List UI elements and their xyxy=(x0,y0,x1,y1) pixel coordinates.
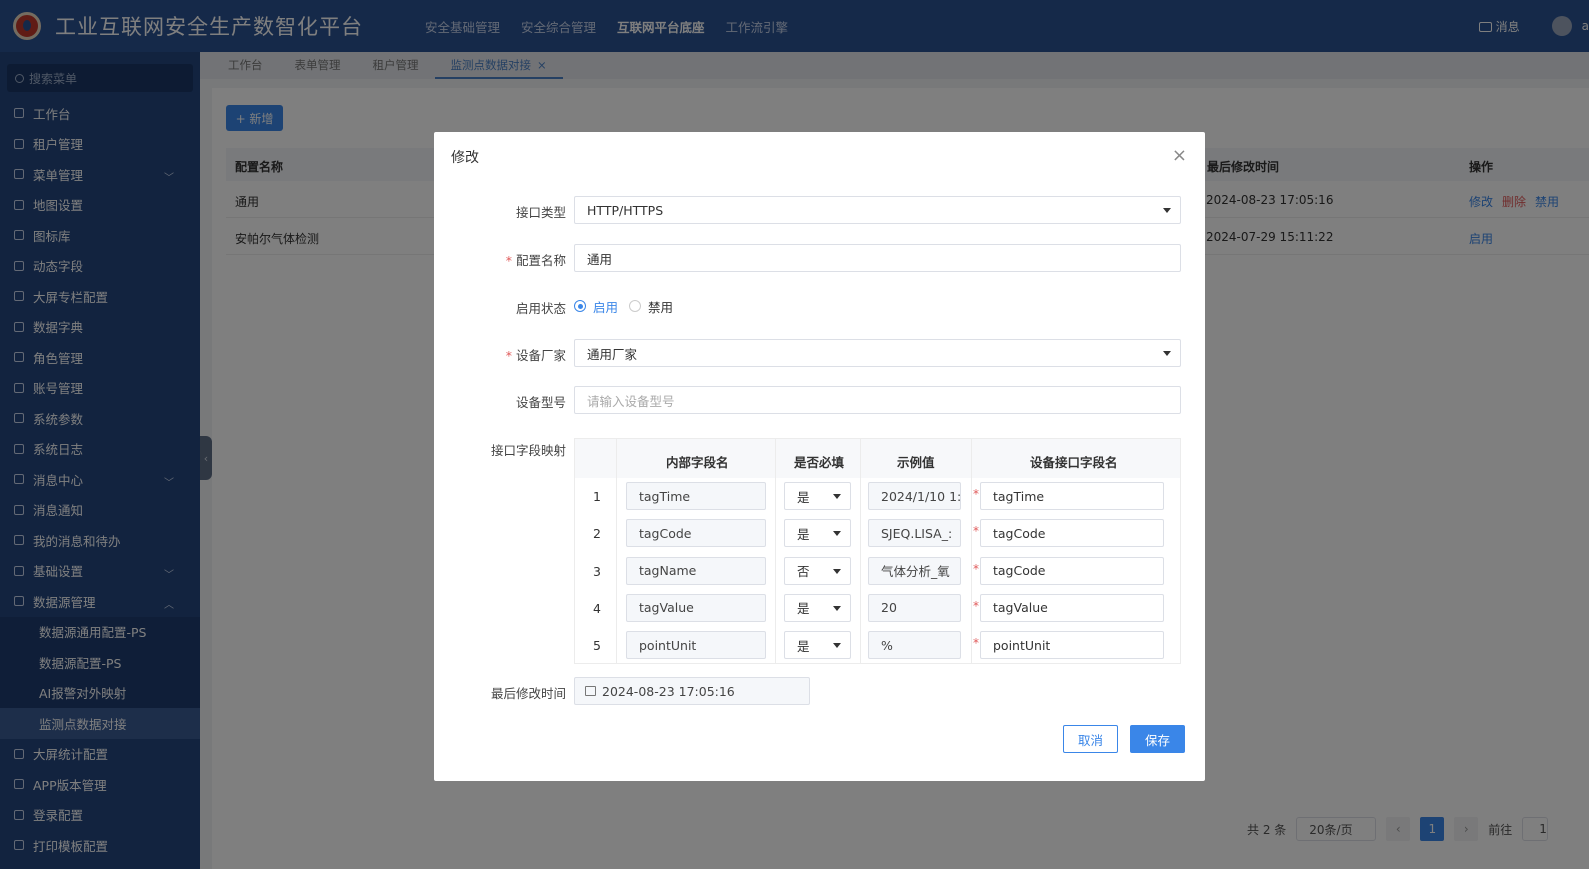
model-label: 设备型号 xyxy=(515,395,566,410)
required-select[interactable]: 是 xyxy=(784,482,851,510)
row-index: 2 xyxy=(593,526,601,542)
edit-modal: 修改 × 接口类型 HTTP/HTTPS * 配置名称 通用 启用状态 启用 禁用… xyxy=(434,132,1205,781)
required-select[interactable]: 是 xyxy=(784,519,851,548)
required-select[interactable]: 是 xyxy=(784,593,851,622)
save-button[interactable]: 保存 xyxy=(1130,725,1185,753)
header-internal-field: 内部字段名 xyxy=(666,455,729,470)
caret-down-icon xyxy=(833,568,841,574)
config-name-label: * 配置名称 xyxy=(505,253,566,268)
calendar-icon xyxy=(585,686,596,696)
vendor-select[interactable]: 通用厂家 xyxy=(574,339,1181,367)
caret-down-icon xyxy=(1163,351,1171,356)
device-field-input[interactable]: tagTime xyxy=(980,482,1164,510)
interface-type-select[interactable]: HTTP/HTTPS xyxy=(574,196,1181,224)
mapping-row: 4 tagValue 是 20 * tagValue xyxy=(575,590,1180,627)
mapping-row: 1 tagTime 是 2024/1/10 1: * tagTime xyxy=(575,478,1180,515)
vendor-row: * 设备厂家 通用厂家 xyxy=(434,339,1205,367)
disable-radio[interactable] xyxy=(629,300,641,312)
required-mark: * xyxy=(973,487,979,501)
caret-down-icon xyxy=(833,531,841,537)
internal-field-input: tagCode xyxy=(626,519,766,548)
enable-radio[interactable] xyxy=(574,300,586,312)
internal-field-input: tagTime xyxy=(626,482,766,510)
modified-time-row: 最后修改时间 2024-08-23 17:05:16 xyxy=(434,677,1205,705)
required-select[interactable]: 是 xyxy=(784,631,851,660)
required-mark: * xyxy=(973,598,979,613)
row-index: 4 xyxy=(593,600,601,616)
example-value-input: SJEQ.LISA_: xyxy=(868,519,961,548)
mapping-label: 接口字段映射 xyxy=(490,443,566,458)
mapping-row: 5 pointUnit 是% * pointUnit xyxy=(575,627,1180,664)
status-row: 启用状态 启用 禁用 xyxy=(434,292,1205,320)
row-index: 1 xyxy=(593,489,601,504)
close-icon[interactable]: × xyxy=(1172,147,1187,165)
interface-type-label: 接口类型 xyxy=(515,205,566,220)
example-value-input: 2024/1/10 1: xyxy=(868,482,961,510)
required-mark: * xyxy=(973,561,979,576)
status-label: 启用状态 xyxy=(515,301,566,316)
config-name-row: * 配置名称 通用 xyxy=(434,244,1205,272)
device-field-input[interactable]: pointUnit xyxy=(980,631,1164,660)
example-value-input: 气体分析_氧 xyxy=(868,556,961,585)
caret-down-icon xyxy=(833,643,841,649)
device-field-input[interactable]: tagCode xyxy=(980,556,1164,585)
config-name-input[interactable]: 通用 xyxy=(574,244,1181,272)
device-field-input[interactable]: tagCode xyxy=(980,519,1164,548)
header-required: 是否必填 xyxy=(794,455,845,470)
modified-time-input: 2024-08-23 17:05:16 xyxy=(574,677,810,705)
modified-time-label: 最后修改时间 xyxy=(490,686,566,701)
internal-field-input: tagName xyxy=(626,556,766,585)
model-row: 设备型号 请输入设备型号 xyxy=(434,386,1205,414)
field-mapping-table: 内部字段名 是否必填 示例值 设备接口字段名 1 tagTime 是 2024/1/1… xyxy=(574,438,1181,664)
disable-radio-label[interactable]: 禁用 xyxy=(648,297,673,316)
cancel-button[interactable]: 取消 xyxy=(1063,725,1118,753)
internal-field-input: pointUnit xyxy=(626,631,766,660)
caret-down-icon xyxy=(833,494,841,499)
mapping-row: 3 tagName 否气体分析_氧 * tagCode xyxy=(575,553,1180,590)
model-input[interactable]: 请输入设备型号 xyxy=(574,386,1181,414)
interface-type-row: 接口类型 HTTP/HTTPS xyxy=(434,196,1205,224)
device-field-input[interactable]: tagValue xyxy=(980,593,1164,622)
header-device-field: 设备接口字段名 xyxy=(1030,455,1118,470)
vendor-label: * 设备厂家 xyxy=(505,348,566,363)
example-value-input: % xyxy=(868,631,961,660)
example-value-input: 20 xyxy=(868,593,961,622)
mapping-table-header: 内部字段名 是否必填 示例值 设备接口字段名 xyxy=(575,439,1180,478)
required-mark: * xyxy=(973,636,979,651)
modal-title: 修改 xyxy=(451,150,479,166)
required-mark: * xyxy=(973,524,979,539)
required-select[interactable]: 否 xyxy=(784,556,851,585)
header-example: 示例值 xyxy=(897,455,935,470)
internal-field-input: tagValue xyxy=(626,593,766,622)
caret-down-icon xyxy=(833,605,841,611)
enable-radio-label[interactable]: 启用 xyxy=(593,297,618,316)
row-index: 3 xyxy=(593,563,601,579)
caret-down-icon xyxy=(1163,208,1171,213)
row-index: 5 xyxy=(593,638,601,654)
mapping-row: 2 tagCode 是 SJEQ.LISA_: * tagCode xyxy=(575,515,1180,552)
